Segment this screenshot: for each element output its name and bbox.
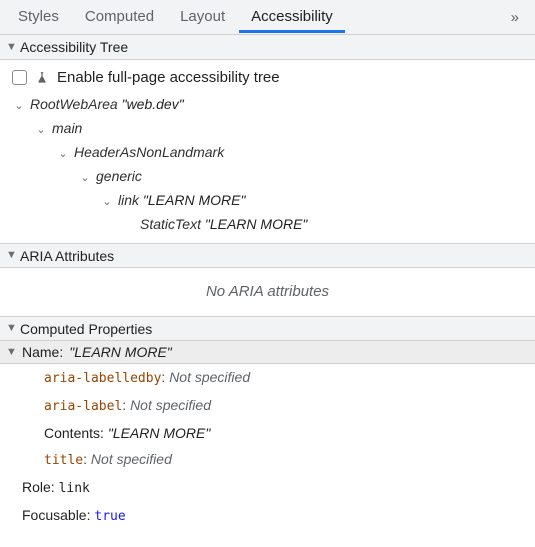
section-title: ARIA Attributes (20, 248, 114, 264)
cp-contents: Contents: LEARN MORE (0, 420, 535, 446)
chevron-down-icon: ⌄ (58, 143, 68, 165)
chevron-down-icon: ⌄ (36, 119, 46, 141)
cp-name-value: LEARN MORE (69, 344, 172, 360)
cp-name-row[interactable]: ▼ Name: LEARN MORE (0, 341, 535, 364)
section-title: Accessibility Tree (20, 39, 128, 55)
aria-empty-message: No ARIA attributes (8, 273, 527, 310)
cp-focusable: Focusable: true (0, 502, 535, 530)
experiment-flask-icon (35, 71, 49, 85)
tree-node-statictext[interactable]: ⌄ StaticText LEARN MORE (118, 213, 527, 237)
tree-node-main[interactable]: ⌄ main (30, 117, 527, 141)
tab-styles[interactable]: Styles (6, 1, 71, 33)
disclosure-triangle-icon: ▼ (6, 42, 16, 53)
section-header-aria-attributes[interactable]: ▼ ARIA Attributes (0, 243, 535, 268)
more-tabs-button[interactable]: » (501, 9, 529, 26)
cp-role: Role: link (0, 474, 535, 502)
section-header-computed-properties[interactable]: ▼ Computed Properties (0, 316, 535, 341)
cp-aria-label: aria-label: Not specified (0, 392, 535, 420)
tab-computed[interactable]: Computed (73, 1, 166, 33)
section-title: Computed Properties (20, 321, 152, 337)
chevron-down-icon: ⌄ (14, 95, 24, 117)
tab-layout[interactable]: Layout (168, 1, 237, 33)
accessibility-tree-body: Enable full-page accessibility tree ⌄ Ro… (0, 60, 535, 243)
enable-full-page-row: Enable full-page accessibility tree (8, 65, 527, 93)
panel-tabs: Styles Computed Layout Accessibility » (0, 0, 535, 35)
chevron-down-icon: ⌄ (102, 191, 112, 213)
tree-node-header[interactable]: ⌄ HeaderAsNonLandmark (52, 141, 527, 165)
tab-accessibility[interactable]: Accessibility (239, 1, 345, 33)
disclosure-triangle-icon: ▼ (6, 347, 16, 358)
enable-full-page-checkbox[interactable] (12, 70, 27, 85)
disclosure-triangle-icon: ▼ (6, 323, 16, 334)
aria-attributes-body: No ARIA attributes (0, 268, 535, 316)
cp-aria-labelledby: aria-labelledby: Not specified (0, 364, 535, 392)
disclosure-triangle-icon: ▼ (6, 250, 16, 261)
tree-node-rootwebarea[interactable]: ⌄ RootWebArea web.dev (8, 93, 527, 117)
section-header-accessibility-tree[interactable]: ▼ Accessibility Tree (0, 35, 535, 60)
tree-node-link[interactable]: ⌄ link LEARN MORE (96, 189, 527, 213)
cp-title: title: Not specified (0, 446, 535, 474)
accessibility-tree: ⌄ RootWebArea web.dev ⌄ main ⌄ HeaderAsN… (8, 93, 527, 237)
enable-full-page-label: Enable full-page accessibility tree (57, 69, 280, 86)
tree-node-generic[interactable]: ⌄ generic (74, 165, 527, 189)
computed-properties-body: ▼ Name: LEARN MORE aria-labelledby: Not … (0, 341, 535, 538)
cp-name-label: Name: (22, 344, 63, 360)
chevron-down-icon: ⌄ (80, 167, 90, 189)
